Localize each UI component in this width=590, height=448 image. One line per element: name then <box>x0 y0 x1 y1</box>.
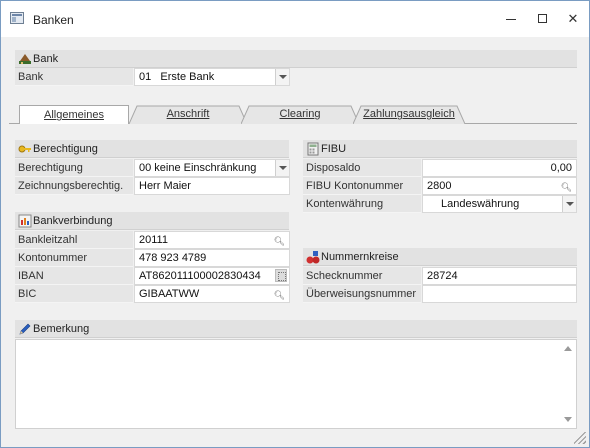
fibu-icon <box>307 142 319 156</box>
bank-section-header: Bank <box>15 50 577 68</box>
bemerkung-textarea[interactable] <box>15 339 577 429</box>
bemerkung-section-title: Bemerkung <box>33 323 90 335</box>
bankleitzahl-label: Bankleitzahl <box>15 231 133 249</box>
zeichnungsberechtigt-field[interactable]: Herr Maier <box>134 177 290 195</box>
search-icon[interactable]: 🔍︎ <box>274 233 285 249</box>
iban-label: IBAN <box>15 267 133 285</box>
tab-anschrift[interactable]: Anschrift <box>129 105 247 124</box>
maximize-button[interactable] <box>528 7 556 31</box>
maximize-icon <box>537 14 547 24</box>
schecknummer-field[interactable]: 28724 <box>422 267 577 285</box>
kontonummer-label: Kontonummer <box>15 249 133 267</box>
bic-label: BIC <box>15 285 133 303</box>
berechtigung-value: 00 keine Einschränkung <box>139 162 257 174</box>
tab-anschrift-label: Anschrift <box>166 108 210 120</box>
pencil-icon <box>19 323 31 335</box>
close-icon: ✕ <box>567 11 579 26</box>
minimize-button[interactable] <box>497 7 525 31</box>
number-range-icon <box>306 251 320 264</box>
berechtigung-section-title: Berechtigung <box>33 143 98 155</box>
nummernkreise-section-header: Nummernkreise <box>303 248 577 266</box>
tab-allgemeines[interactable]: Allgemeines <box>19 105 129 124</box>
kontenwaehrung-select[interactable]: Landeswährung <box>422 195 577 213</box>
berechtigung-label: Berechtigung <box>15 159 133 177</box>
scroll-down-icon[interactable] <box>564 417 572 422</box>
scroll-up-icon[interactable] <box>564 346 572 351</box>
key-icon <box>18 145 31 153</box>
search-icon[interactable]: 🔍︎ <box>274 287 285 303</box>
iban-calculator-icon[interactable] <box>275 269 287 282</box>
berechtigung-section-header: Berechtigung <box>15 140 289 158</box>
resize-grip-icon[interactable] <box>574 432 586 444</box>
kontonummer-field[interactable]: 478 923 4789 <box>134 249 290 267</box>
tab-allgemeines-label: Allgemeines <box>44 109 104 121</box>
kontenwaehrung-label: Kontenwährung <box>303 195 421 213</box>
bank-icon <box>19 54 31 64</box>
search-icon[interactable]: 🔍︎ <box>561 179 572 195</box>
chevron-down-icon[interactable] <box>275 69 289 85</box>
bic-value: GIBAATWW <box>139 288 200 300</box>
bank-select-value: 01 Erste Bank <box>139 71 215 83</box>
ueberweisungsnummer-label: Überweisungsnummer <box>303 285 421 303</box>
chevron-down-icon[interactable] <box>275 160 289 176</box>
ueberweisungsnummer-field[interactable] <box>422 285 577 303</box>
berechtigung-select[interactable]: 00 keine Einschränkung <box>134 159 290 177</box>
bank-section-title: Bank <box>33 53 59 65</box>
tab-zahlungsausgleich-label: Zahlungsausgleich <box>363 108 455 120</box>
tab-clearing-label: Clearing <box>279 108 321 120</box>
bankverbindung-section-header: Bankverbindung <box>15 212 289 230</box>
bank-select[interactable]: 01 Erste Bank <box>134 68 290 86</box>
close-button[interactable]: ✕ <box>559 7 587 31</box>
window-title: Banken <box>33 13 74 27</box>
fibu-kontonummer-field[interactable]: 2800 🔍︎ <box>422 177 577 195</box>
fibu-section-header: FIBU <box>303 140 577 158</box>
nummernkreise-section-title: Nummernkreise <box>321 251 399 263</box>
schecknummer-label: Schecknummer <box>303 267 421 285</box>
bankverbindung-section-title: Bankverbindung <box>33 215 113 227</box>
fibu-kontonummer-value: 2800 <box>427 180 452 192</box>
bic-field[interactable]: GIBAATWW 🔍︎ <box>134 285 290 303</box>
bankleitzahl-field[interactable]: 20111 🔍︎ <box>134 231 290 249</box>
iban-field[interactable]: AT862011100002830434 <box>134 267 290 285</box>
minimize-icon <box>506 19 516 21</box>
window-app-icon <box>10 12 24 24</box>
tab-zahlungsausgleich[interactable]: Zahlungsausgleich <box>353 105 465 124</box>
bank-label: Bank <box>15 68 133 86</box>
disposaldo-label: Disposaldo <box>303 159 421 177</box>
disposaldo-value: 0,00 <box>422 159 577 177</box>
chevron-down-icon[interactable] <box>562 196 576 212</box>
tab-clearing[interactable]: Clearing <box>241 105 359 124</box>
kontenwaehrung-value: Landeswährung <box>441 198 520 210</box>
title-bar: Banken ✕ <box>1 1 589 37</box>
bemerkung-section-header: Bemerkung <box>15 320 577 338</box>
banken-window: Banken ✕ Bank Bank 01 Erste Bank Allgeme… <box>0 0 590 448</box>
zeichnungsberechtigt-label: Zeichnungsberechtig. <box>15 177 133 195</box>
fibu-kontonummer-label: FIBU Kontonummer <box>303 177 421 195</box>
bankleitzahl-value: 20111 <box>139 234 168 246</box>
iban-value: AT862011100002830434 <box>139 270 261 282</box>
fibu-section-title: FIBU <box>321 143 347 155</box>
bank-connection-icon <box>18 214 32 228</box>
